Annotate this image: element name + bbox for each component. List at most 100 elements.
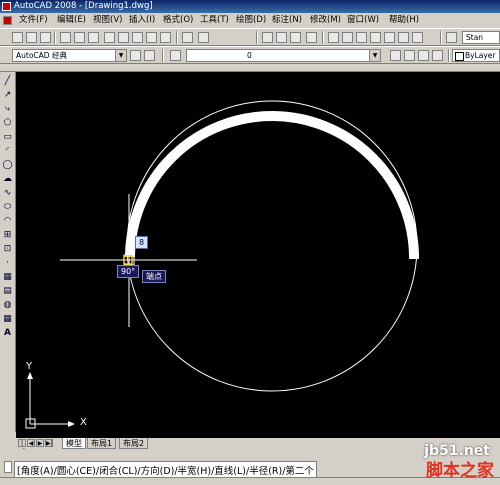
- insert-block-icon[interactable]: ⊞: [2, 230, 13, 241]
- ucs-x-arrow: [68, 421, 75, 427]
- workspace-label: AutoCAD 经典: [16, 51, 67, 60]
- ucs-y-label: Y: [26, 361, 33, 372]
- layer-name: 0: [247, 51, 252, 60]
- multiline-text-icon[interactable]: A: [2, 328, 13, 339]
- gradient-icon[interactable]: ▤: [2, 286, 13, 297]
- pan-icon[interactable]: [262, 32, 273, 43]
- last-tab-icon[interactable]: ▶|: [45, 439, 53, 447]
- ellipse-arc-icon[interactable]: ◠: [2, 216, 13, 227]
- print-icon[interactable]: [60, 32, 71, 43]
- menu-tools[interactable]: 工具(T): [200, 13, 229, 28]
- zoom-window-icon[interactable]: [290, 32, 301, 43]
- spline-icon[interactable]: ∿: [2, 188, 13, 199]
- paste-icon[interactable]: [132, 32, 143, 43]
- design-center-icon[interactable]: [342, 32, 353, 43]
- toolbar-separator: [440, 31, 442, 44]
- toolbar-separator: [448, 49, 450, 62]
- layer-isolate-icon[interactable]: [432, 50, 443, 61]
- text-style-combo[interactable]: Stan: [462, 31, 500, 44]
- markup-icon[interactable]: [384, 32, 395, 43]
- osnap-endpoint-tooltip: 端点: [142, 270, 166, 283]
- circle-outline[interactable]: [126, 100, 418, 392]
- polyline-icon[interactable]: ⤷: [2, 104, 13, 115]
- undo-icon[interactable]: [182, 32, 193, 43]
- point-icon[interactable]: ·: [2, 258, 13, 269]
- calculator-icon[interactable]: [398, 32, 409, 43]
- table-icon[interactable]: ▦: [2, 314, 13, 325]
- next-tab-icon[interactable]: ▶: [36, 439, 44, 447]
- text-style-icon[interactable]: [446, 32, 457, 43]
- toolbar-separator: [256, 31, 258, 44]
- menu-draw[interactable]: 绘图(D): [236, 13, 266, 28]
- make-block-icon[interactable]: ⊡: [2, 244, 13, 255]
- save-icon[interactable]: [40, 32, 51, 43]
- dynamic-input-value[interactable]: 8: [135, 236, 149, 249]
- workspace-settings-icon[interactable]: [130, 50, 141, 61]
- region-icon[interactable]: ◍: [2, 300, 13, 311]
- line-icon[interactable]: ╱: [2, 76, 13, 87]
- block-editor-icon[interactable]: [160, 32, 171, 43]
- watermark-name: 脚本之家: [426, 461, 494, 481]
- menu-insert[interactable]: 插入(I): [129, 13, 155, 28]
- plot-preview-icon[interactable]: [74, 32, 85, 43]
- menu-view[interactable]: 视图(V): [93, 13, 122, 28]
- menu-help[interactable]: 帮助(H): [389, 13, 419, 28]
- menu-bar: 文件(F) 编辑(E) 视图(V) 插入(I) 格式(O) 工具(T) 绘图(D…: [0, 13, 500, 28]
- menu-file[interactable]: 文件(F): [19, 13, 48, 28]
- layer-combo[interactable]: 0 ▼: [186, 49, 381, 62]
- ucs-y-arrow: [27, 372, 33, 379]
- title-bar: AutoCAD 2008 - [Drawing1.dwg]: [0, 0, 500, 13]
- drawing-svg: [25, 100, 420, 429]
- standard-toolbar: Stan: [0, 28, 500, 46]
- tab-layout1[interactable]: 布局1: [87, 438, 117, 449]
- ucs-x-label: X: [80, 417, 87, 428]
- hatch-icon[interactable]: ▦: [2, 272, 13, 283]
- menu-format[interactable]: 格式(O): [163, 13, 193, 28]
- polygon-icon[interactable]: ⬠: [2, 118, 13, 129]
- zoom-previous-icon[interactable]: [306, 32, 317, 43]
- rectangle-icon[interactable]: ▭: [2, 132, 13, 143]
- cut-icon[interactable]: [104, 32, 115, 43]
- polyline-arc[interactable]: [125, 111, 420, 260]
- open-icon[interactable]: [26, 32, 37, 43]
- chevron-down-icon: ▼: [115, 50, 126, 61]
- workspace-combo[interactable]: AutoCAD 经典 ▼: [12, 49, 127, 62]
- sheet-set-icon[interactable]: [370, 32, 381, 43]
- tab-layout2[interactable]: 布局2: [119, 438, 149, 449]
- autocad-app-icon[interactable]: [2, 2, 11, 11]
- layer-previous-icon[interactable]: [404, 50, 415, 61]
- menu-modify[interactable]: 修改(M): [310, 13, 341, 28]
- save-workspace-icon[interactable]: [144, 50, 155, 61]
- menu-window[interactable]: 窗口(W): [347, 13, 379, 28]
- make-current-layer-icon[interactable]: [390, 50, 401, 61]
- prev-tab-icon[interactable]: ◀: [27, 439, 35, 447]
- command-history-handle[interactable]: [4, 461, 12, 473]
- ellipse-icon[interactable]: ⬭: [2, 202, 13, 213]
- first-tab-icon[interactable]: |◀: [18, 439, 26, 454]
- layer-manager-icon[interactable]: [170, 50, 181, 61]
- tab-model[interactable]: 模型: [62, 438, 86, 449]
- menu-edit[interactable]: 编辑(E): [57, 13, 86, 28]
- revcloud-icon[interactable]: ☁: [2, 174, 13, 185]
- properties-icon[interactable]: [328, 32, 339, 43]
- drawing-canvas[interactable]: Y X 8 90° 端点: [16, 72, 500, 438]
- tool-palettes-icon[interactable]: [356, 32, 367, 43]
- publish-icon[interactable]: [88, 32, 99, 43]
- help-icon[interactable]: [412, 32, 423, 43]
- circle-icon[interactable]: ◯: [2, 160, 13, 171]
- color-combo[interactable]: ByLayer: [452, 49, 500, 62]
- draw-toolbar: ╱ ↗ ⤷ ⬠ ▭ ◜ ◯ ☁ ∿ ⬭ ◠ ⊞ ⊡ · ▦ ▤ ◍ ▦ A: [0, 72, 16, 432]
- layer-states-icon[interactable]: [418, 50, 429, 61]
- toolbar-separator: [322, 31, 324, 44]
- toolbar-gap: [0, 64, 500, 72]
- copy-icon[interactable]: [118, 32, 129, 43]
- match-properties-icon[interactable]: [146, 32, 157, 43]
- arc-icon[interactable]: ◜: [2, 146, 13, 157]
- menu-dimension[interactable]: 标注(N): [272, 13, 302, 28]
- construction-line-icon[interactable]: ↗: [2, 90, 13, 101]
- document-icon[interactable]: [3, 16, 12, 25]
- redo-icon[interactable]: [198, 32, 209, 43]
- new-icon[interactable]: [12, 32, 23, 43]
- color-label: ByLayer: [465, 51, 496, 60]
- zoom-realtime-icon[interactable]: [276, 32, 287, 43]
